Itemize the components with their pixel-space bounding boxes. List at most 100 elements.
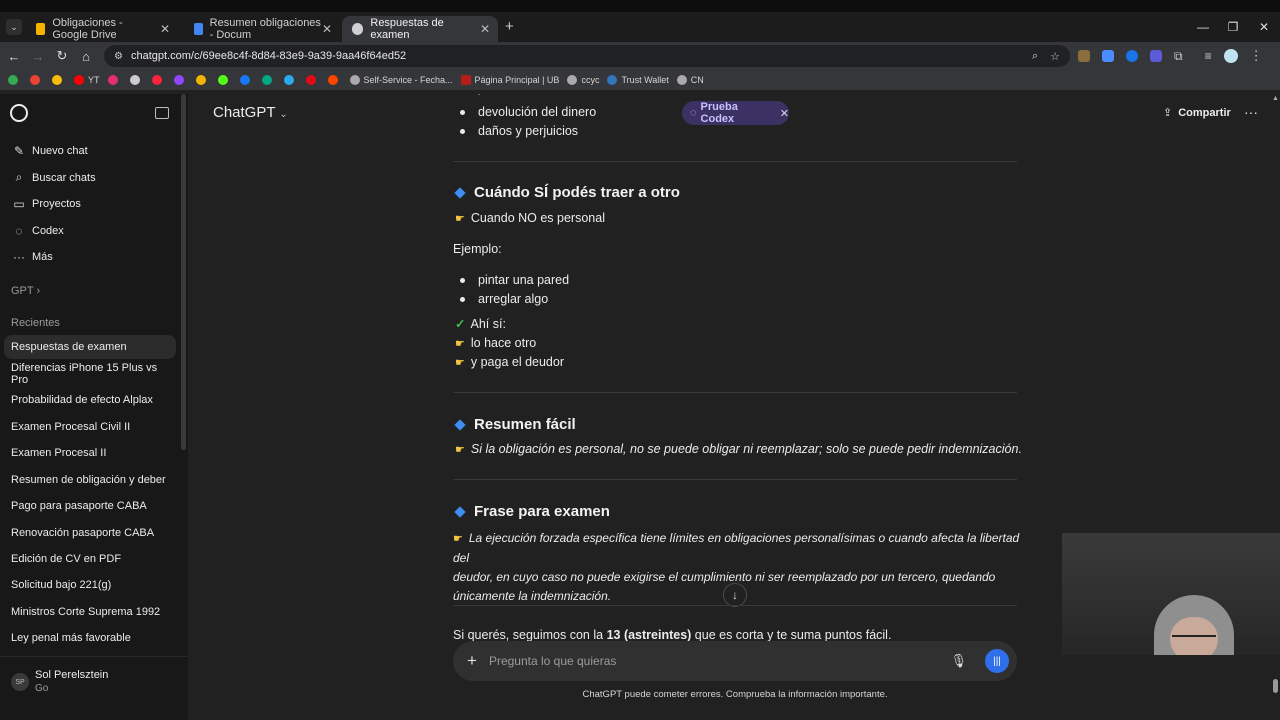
chat-item[interactable]: Edición de CV en PDF	[4, 547, 176, 571]
back-icon[interactable]: ←	[4, 46, 24, 66]
chat-item[interactable]: Renovación pasaporte CABA	[4, 521, 176, 545]
browser-tab-docs[interactable]: Resumen obligaciones - Docum ✕	[184, 16, 340, 42]
section-line: ☛ y paga el deudor	[455, 355, 565, 369]
section-heading: Frase para examen	[451, 503, 610, 520]
microphone-icon[interactable]: 🎙︎	[950, 653, 967, 669]
profile-avatar[interactable]	[1223, 49, 1238, 63]
address-bar[interactable]: ⚙ chatgpt.com/c/69ee8c4f-8d84-83e9-9a39-…	[104, 45, 1070, 67]
menu-icon[interactable]: ⋮	[1250, 48, 1263, 64]
reload-icon[interactable]: ↻	[52, 46, 72, 66]
chat-item[interactable]: Probabilidad de efecto Alplax	[4, 388, 176, 412]
browser-tab-chatgpt[interactable]: Respuestas de examen ✕	[342, 16, 498, 42]
tab-title: Obligaciones - Google Drive	[52, 17, 123, 41]
scroll-down-button[interactable]: ↓	[723, 583, 747, 607]
bookmark-ub[interactable]: Página Principal | UB	[460, 75, 559, 85]
tab-list-icon[interactable]: ≡	[1205, 49, 1212, 63]
bookmark[interactable]	[217, 75, 232, 85]
forward-icon[interactable]: →	[28, 46, 48, 66]
pointing-hand-icon: ☛	[455, 338, 465, 350]
extension-icon[interactable]	[1150, 50, 1162, 62]
extension-icon[interactable]	[1102, 50, 1114, 62]
bookmark-self-service[interactable]: Self-Service - Fecha...	[349, 75, 453, 85]
window-top-strip	[0, 0, 1280, 12]
openai-logo-icon[interactable]	[10, 104, 28, 122]
chat-item[interactable]: Diferencias iPhone 15 Plus vs Pro	[4, 362, 176, 386]
bookmark-cn[interactable]: CN	[676, 75, 704, 85]
home-icon[interactable]: ⌂	[76, 46, 96, 66]
user-menu[interactable]: SP Sol Perelsztein Go	[0, 656, 188, 701]
plus-icon[interactable]: +	[467, 651, 477, 671]
divider	[453, 392, 1017, 393]
sidebar-scrollbar[interactable]	[181, 94, 186, 450]
minimize-icon[interactable]: —	[1188, 12, 1218, 42]
chat-item[interactable]: Examen Procesal II	[4, 441, 176, 465]
bookmark[interactable]	[239, 75, 254, 85]
site-info-icon[interactable]: ⚙	[114, 51, 123, 62]
bookmark-star-icon[interactable]: ☆	[1050, 50, 1060, 63]
zoom-icon[interactable]: ⌕	[1032, 50, 1038, 63]
bookmark[interactable]	[173, 75, 188, 85]
bookmark[interactable]	[151, 75, 166, 85]
bookmark[interactable]	[8, 75, 22, 85]
close-icon[interactable]: ✕	[480, 22, 490, 36]
example-label: Ejemplo:	[453, 242, 502, 256]
share-icon: ⇪	[1163, 107, 1173, 119]
more-options-icon[interactable]: ···	[1244, 104, 1258, 120]
bookmark[interactable]	[107, 75, 122, 85]
new-tab-button[interactable]: +	[505, 18, 514, 35]
more-icon: ···	[13, 249, 25, 264]
sidebar-toggle-icon[interactable]	[155, 107, 169, 119]
section-heading: Cuándo SÍ podés traer a otro	[451, 184, 680, 201]
tab-search-button[interactable]: ⌄	[6, 19, 22, 35]
bookmark[interactable]	[30, 75, 44, 85]
bookmark[interactable]	[327, 75, 342, 85]
avatar: SP	[11, 673, 29, 691]
bookmark[interactable]	[305, 75, 320, 85]
edit-icon: ✎	[13, 143, 25, 158]
restore-icon[interactable]: ❐	[1218, 12, 1248, 42]
browser-tab-drive[interactable]: Obligaciones - Google Drive ✕	[26, 16, 178, 42]
bookmark[interactable]	[195, 75, 210, 85]
webcam-overlay	[1062, 533, 1280, 655]
window-close-icon[interactable]: ✕	[1249, 12, 1279, 42]
check-line: ✓ Ahí sí:	[455, 317, 506, 331]
extension-icon[interactable]	[1078, 50, 1090, 62]
close-icon[interactable]: ✕	[160, 22, 170, 36]
extension-icon[interactable]	[1126, 50, 1138, 62]
bookmark[interactable]	[52, 75, 66, 85]
prompt-input[interactable]: Pregunta lo que quieras	[489, 654, 951, 668]
sidebar-item-new-chat[interactable]: ✎ Nuevo chat	[4, 138, 176, 163]
codex-icon: ◌	[15, 223, 23, 238]
pointing-hand-icon: ☛	[453, 533, 463, 545]
user-plan: Go	[35, 683, 49, 694]
bookmark-yt[interactable]: YT	[74, 75, 100, 85]
list-item: devolución del dinero	[453, 105, 596, 119]
sidebar-item-codex[interactable]: ◌ Codex	[4, 218, 176, 243]
chat-item[interactable]: Ley penal más favorable	[4, 626, 176, 650]
bookmark-trust-wallet[interactable]: Trust Wallet	[607, 75, 669, 85]
close-icon[interactable]: ✕	[322, 22, 332, 36]
list-item: arreglar algo	[453, 292, 548, 306]
bookmark-ccyc[interactable]: ccyc	[567, 75, 599, 85]
chat-item[interactable]: Resumen de obligación y deber	[4, 468, 176, 492]
chat-item[interactable]: Ministros Corte Suprema 1992	[4, 600, 176, 624]
puzzle-icon[interactable]: ⧉	[1174, 49, 1183, 64]
chat-item[interactable]: Pago para pasaporte CABA	[4, 494, 176, 518]
google-drive-icon	[36, 23, 46, 35]
sidebar-item-more[interactable]: ··· Más	[4, 244, 176, 269]
bookmark[interactable]	[261, 75, 276, 85]
chat-item[interactable]: Respuestas de examen	[4, 335, 176, 359]
chat-item[interactable]: Examen Procesal Civil II	[4, 415, 176, 439]
sidebar-item-projects[interactable]: ▭ Proyectos	[4, 191, 176, 216]
section-heading: Resumen fácil	[451, 416, 576, 433]
chat-item[interactable]: Solicitud bajo 221(g)	[4, 573, 176, 597]
sidebar-item-search[interactable]: ⌕ Buscar chats	[4, 165, 176, 190]
bookmark[interactable]	[283, 75, 298, 85]
model-selector[interactable]: ChatGPT ⌄	[213, 104, 288, 121]
diamond-icon	[454, 505, 466, 518]
voice-mode-button[interactable]: |||	[985, 649, 1009, 673]
navigation-bar: ← → ↻ ⌂ ⚙ chatgpt.com/c/69ee8c4f-8d84-83…	[0, 42, 1280, 70]
share-button[interactable]: ⇪ Compartir	[1163, 106, 1231, 120]
gpt-section-label[interactable]: GPT ›	[11, 285, 40, 297]
bookmark[interactable]	[129, 75, 144, 85]
